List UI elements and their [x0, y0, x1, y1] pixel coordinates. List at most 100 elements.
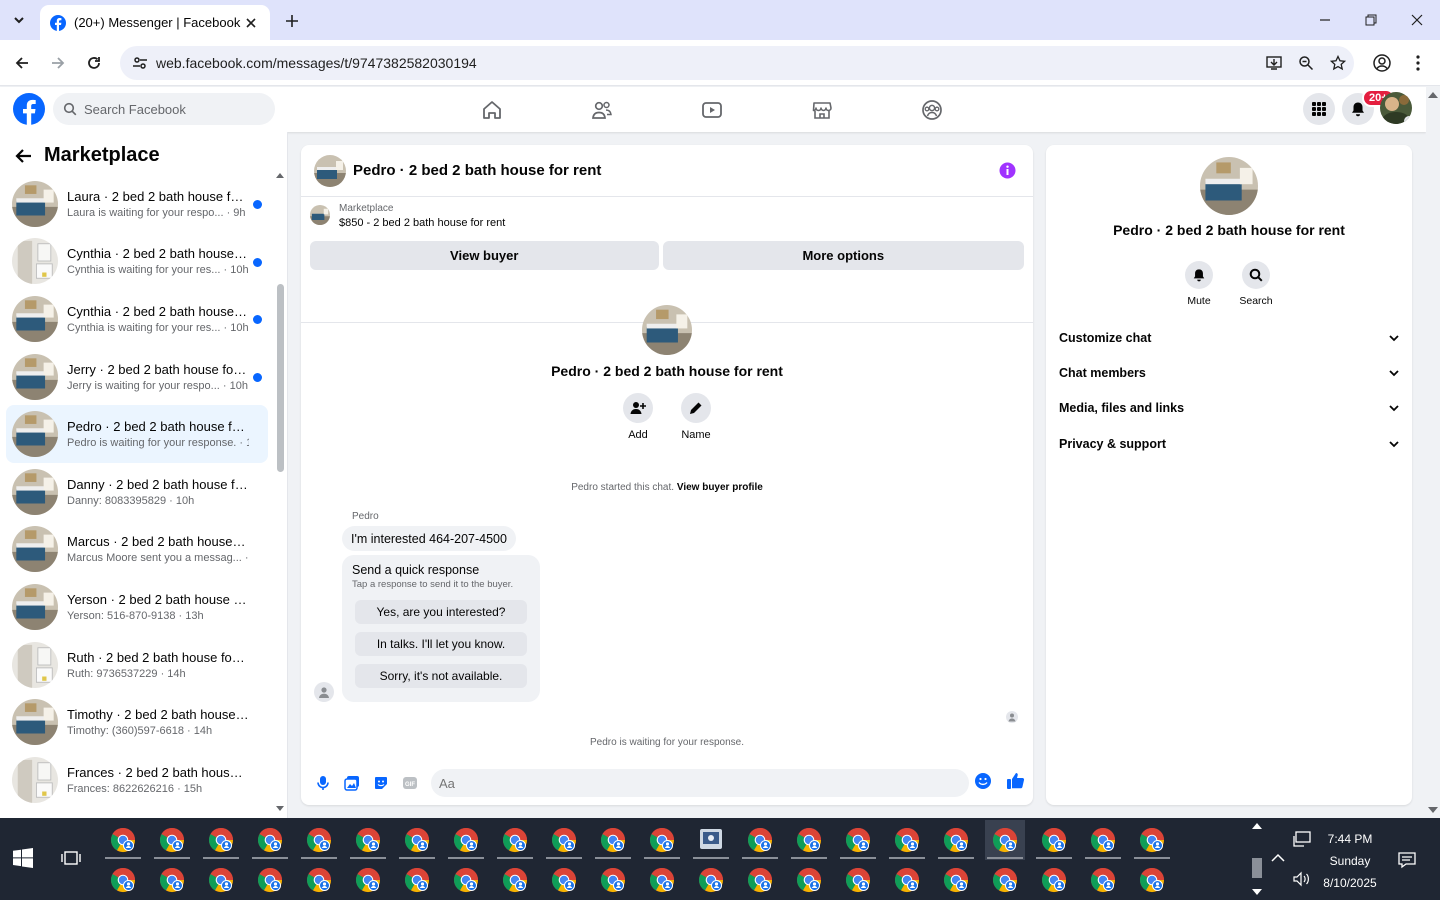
taskbar-app-button[interactable] — [838, 860, 878, 900]
volume-icon[interactable] — [1293, 871, 1311, 887]
new-tab-button[interactable] — [280, 9, 304, 33]
taskbar-app-button[interactable] — [250, 820, 290, 860]
conversation-item[interactable]: Laura · 2 bed 2 bath house for... Laura i… — [6, 175, 268, 233]
taskbar-app-button[interactable] — [446, 860, 486, 900]
chat-header-avatar[interactable] — [314, 154, 346, 187]
conversation-item[interactable]: Frances · 2 bed 2 bath house fo... France… — [6, 751, 268, 809]
chat-info-icon[interactable] — [999, 162, 1016, 179]
nav-friends[interactable] — [585, 93, 619, 127]
nav-home[interactable] — [475, 93, 509, 127]
chat-members-section[interactable]: Chat members — [1059, 362, 1399, 384]
conversation-item[interactable]: Cynthia · 2 bed 2 bath house f... Cynthia… — [6, 233, 268, 291]
minimize-button[interactable] — [1313, 8, 1337, 32]
conversation-item[interactable]: Timothy · 2 bed 2 bath house f... Timothy… — [6, 693, 268, 751]
taskbar-app-button[interactable] — [985, 860, 1025, 900]
taskbar-app-button[interactable] — [348, 820, 388, 860]
conversation-item[interactable]: Cynthia · 2 bed 2 bath house f... Cynthia… — [6, 290, 268, 348]
privacy-support-section[interactable]: Privacy & support — [1059, 433, 1399, 455]
profile-button[interactable] — [1370, 51, 1394, 75]
conversation-item[interactable]: Pedro · 2 bed 2 bath house for r... Pedro… — [6, 405, 268, 463]
customize-chat-section[interactable]: Customize chat — [1059, 327, 1399, 349]
taskbar-app-button[interactable] — [103, 820, 143, 860]
sticker-icon[interactable] — [370, 772, 392, 794]
bookmark-star-icon[interactable] — [1322, 47, 1354, 79]
thumbs-up-icon[interactable] — [1006, 771, 1026, 791]
message-bubble[interactable]: I'm interested 464-207-4500 — [342, 526, 516, 551]
taskbar-app-button[interactable] — [201, 820, 241, 860]
sidebar-scroll-thumb[interactable] — [277, 284, 284, 472]
photo-icon[interactable] — [341, 772, 363, 794]
scroll-up-icon[interactable] — [1252, 822, 1262, 829]
gif-icon[interactable]: GIF — [399, 772, 421, 794]
taskbar-app-button[interactable] — [397, 820, 437, 860]
menu-button[interactable] — [1303, 93, 1335, 125]
address-bar[interactable]: web.facebook.com/messages/t/974738258203… — [120, 46, 1354, 80]
add-people-button[interactable]: Add — [621, 393, 655, 441]
quick-reply-talks-button[interactable]: In talks. I'll let you know. — [355, 632, 527, 656]
taskbar-app-button[interactable] — [1083, 860, 1123, 900]
taskbar-app-button[interactable] — [152, 820, 192, 860]
taskbar-app-button[interactable] — [348, 860, 388, 900]
taskbar-app-button[interactable] — [838, 820, 878, 860]
close-window-button[interactable] — [1405, 8, 1429, 32]
quick-reply-yes-button[interactable]: Yes, are you interested? — [355, 600, 527, 624]
taskbar-app-button[interactable] — [446, 820, 486, 860]
taskbar-app-button[interactable] — [936, 820, 976, 860]
close-tab-icon[interactable] — [242, 14, 260, 32]
taskbar-app-button[interactable] — [1034, 860, 1074, 900]
sidebar-scrollbar[interactable] — [276, 172, 284, 812]
taskbar-app-button[interactable] — [1132, 820, 1172, 860]
taskbar-app-button[interactable] — [593, 820, 633, 860]
task-view-button[interactable] — [60, 848, 82, 868]
taskbar-app-button[interactable] — [691, 820, 731, 860]
name-chat-button[interactable]: Name — [679, 393, 713, 441]
taskbar-app-button[interactable] — [201, 860, 241, 900]
conversation-item[interactable]: Marcus · 2 bed 2 bath house for... Marcus… — [6, 521, 268, 579]
start-button[interactable] — [13, 848, 33, 868]
zoom-icon[interactable] — [1290, 47, 1322, 79]
taskbar-app-button[interactable] — [985, 820, 1025, 860]
scroll-up-icon[interactable] — [276, 172, 284, 178]
conversation-item[interactable]: Jerry · 2 bed 2 bath house for ... Jerry … — [6, 348, 268, 406]
sender-avatar[interactable] — [314, 682, 334, 702]
taskbar-app-button[interactable] — [299, 820, 339, 860]
taskbar-app-button[interactable] — [691, 860, 731, 900]
taskbar-app-button[interactable] — [936, 860, 976, 900]
mute-button[interactable]: Mute — [1179, 261, 1219, 307]
back-button[interactable] — [10, 51, 34, 75]
conversation-item[interactable]: Ruth · 2 bed 2 bath house for re... Ruth:… — [6, 636, 268, 694]
taskbar-app-button[interactable] — [1034, 820, 1074, 860]
browser-tab[interactable]: (20+) Messenger | Facebook — [40, 5, 270, 40]
account-avatar[interactable] — [1380, 92, 1412, 124]
media-files-section[interactable]: Media, files and links — [1059, 397, 1399, 419]
taskbar-app-button[interactable] — [642, 860, 682, 900]
page-scrollbar[interactable] — [1426, 87, 1440, 818]
taskbar-app-button[interactable] — [152, 860, 192, 900]
scroll-down-icon[interactable] — [1252, 889, 1262, 896]
more-options-button[interactable]: More options — [662, 241, 1024, 270]
info-avatar[interactable] — [1200, 157, 1258, 215]
taskbar-app-button[interactable] — [299, 860, 339, 900]
taskbar-app-button[interactable] — [103, 860, 143, 900]
microphone-icon[interactable] — [312, 772, 334, 794]
nav-groups[interactable] — [915, 93, 949, 127]
forward-button[interactable] — [46, 51, 70, 75]
network-icon[interactable] — [1293, 831, 1311, 847]
view-buyer-button[interactable]: View buyer — [310, 241, 659, 270]
tab-search-button[interactable] — [6, 7, 32, 33]
taskbar-scroll[interactable] — [1248, 822, 1266, 896]
taskbar-app-button[interactable] — [740, 820, 780, 860]
taskbar-app-button[interactable] — [250, 860, 290, 900]
back-arrow-icon[interactable] — [14, 148, 32, 164]
taskbar-app-button[interactable] — [1083, 820, 1123, 860]
taskbar-app-button[interactable] — [495, 860, 535, 900]
url-text[interactable]: web.facebook.com/messages/t/974738258203… — [156, 55, 1258, 71]
scroll-down-icon[interactable] — [276, 806, 284, 812]
taskbar-app-button[interactable] — [789, 860, 829, 900]
taskbar-app-button[interactable] — [887, 860, 927, 900]
scroll-down-icon[interactable] — [1428, 807, 1438, 814]
conversation-item[interactable]: Yerson · 2 bed 2 bath house for ... Yerso… — [6, 578, 268, 636]
reload-button[interactable] — [82, 51, 106, 75]
restore-button[interactable] — [1359, 8, 1383, 32]
facebook-search-field[interactable]: Search Facebook — [53, 93, 275, 125]
